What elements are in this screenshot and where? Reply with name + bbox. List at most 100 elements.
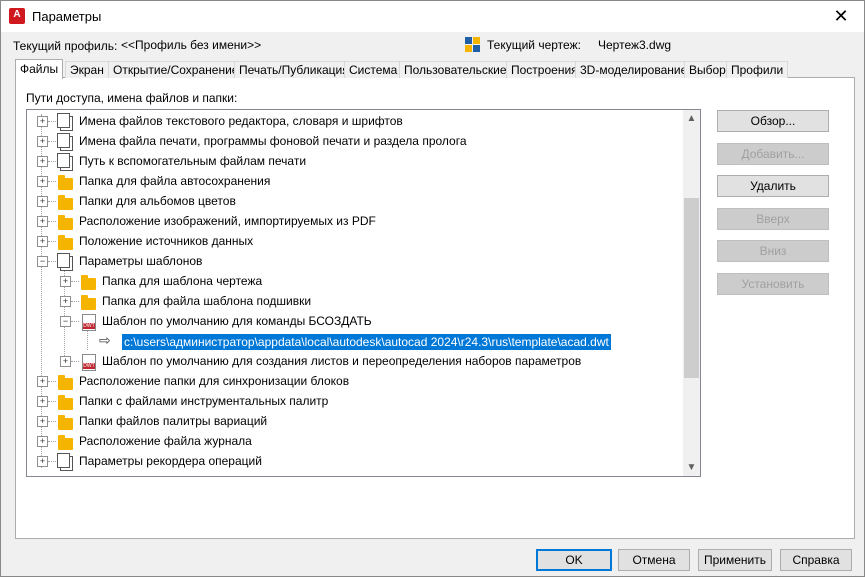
- folder-icon: [81, 295, 96, 310]
- folder-icon: [58, 235, 73, 250]
- tab-selection[interactable]: Выбор: [684, 61, 731, 78]
- folder-icon: [58, 195, 73, 210]
- expand-icon[interactable]: +: [37, 176, 48, 187]
- expand-icon[interactable]: +: [60, 356, 71, 367]
- current-drawing-label: Текущий чертеж:: [487, 38, 581, 52]
- tree-item-label: Папки файлов палитры вариаций: [79, 414, 268, 428]
- remove-button[interactable]: Удалить: [717, 175, 829, 197]
- help-button[interactable]: Справка: [780, 549, 852, 571]
- move-up-button[interactable]: Вверх: [717, 208, 829, 230]
- expand-icon[interactable]: +: [37, 116, 48, 127]
- tree-item[interactable]: + Расположение изображений, импортируемы…: [27, 211, 677, 231]
- tree-item-default-template[interactable]: − DWT Шаблон по умолчанию для команды БС…: [27, 311, 677, 331]
- files-icon: [57, 133, 73, 151]
- files-icon: [57, 153, 73, 171]
- tree-connector: [48, 121, 56, 122]
- tree-item[interactable]: + Расположение файла журнала: [27, 431, 677, 451]
- folder-icon: [58, 415, 73, 430]
- expand-icon[interactable]: +: [60, 296, 71, 307]
- tree-connector: [48, 141, 56, 142]
- tree-connector: [48, 421, 56, 422]
- expand-icon[interactable]: +: [37, 416, 48, 427]
- apply-button[interactable]: Применить: [698, 549, 772, 571]
- tab-3d-modeling[interactable]: 3D-моделирование: [575, 61, 693, 78]
- set-current-button[interactable]: Установить: [717, 273, 829, 295]
- tab-display[interactable]: Экран: [65, 61, 109, 78]
- current-drawing-value: Чертеж3.dwg: [598, 38, 672, 52]
- tree-connector: [48, 161, 56, 162]
- tree-item[interactable]: + DWT Шаблон по умолчанию для создания л…: [27, 351, 677, 371]
- title-bar[interactable]: A Параметры ✕: [1, 1, 864, 32]
- tab-drafting[interactable]: Построения: [506, 61, 583, 78]
- tree-item[interactable]: + Папки с файлами инструментальных палит…: [27, 391, 677, 411]
- tree-item-label: Имена файлов текстового редактора, слова…: [79, 114, 403, 128]
- folder-icon: [58, 395, 73, 410]
- ok-button[interactable]: OK: [536, 549, 612, 571]
- folder-icon: [58, 215, 73, 230]
- tree-item[interactable]: + Имена файлов текстового редактора, сло…: [27, 111, 677, 131]
- tree-item[interactable]: + Папка для файла автосохранения: [27, 171, 677, 191]
- tree-item-label: Параметры шаблонов: [79, 254, 203, 268]
- collapse-icon[interactable]: −: [60, 316, 71, 327]
- tree-scrollbar[interactable]: ▲ ▼: [683, 110, 700, 476]
- window-title: Параметры: [32, 9, 102, 24]
- tree-connector: [48, 261, 56, 262]
- tree-item-label: Шаблон по умолчанию для команды БСОЗДАТЬ: [102, 314, 372, 328]
- expand-icon[interactable]: +: [37, 156, 48, 167]
- expand-icon[interactable]: +: [37, 216, 48, 227]
- paths-tree[interactable]: + Имена файлов текстового редактора, сло…: [26, 109, 701, 477]
- tab-open-save[interactable]: Открытие/Сохранение: [108, 61, 244, 78]
- expand-icon[interactable]: +: [60, 276, 71, 287]
- tree-item-label: Папка для файла автосохранения: [79, 174, 271, 188]
- move-down-button[interactable]: Вниз: [717, 240, 829, 262]
- browse-button[interactable]: Обзор...: [717, 110, 829, 132]
- dwt-file-icon: DWT: [82, 314, 96, 331]
- tab-files[interactable]: Файлы: [15, 59, 64, 79]
- tree-item-label: Путь к вспомогательным файлам печати: [79, 154, 307, 168]
- scrollbar-thumb[interactable]: [684, 198, 699, 378]
- tree-item[interactable]: + Папки для альбомов цветов: [27, 191, 677, 211]
- expand-icon[interactable]: +: [37, 136, 48, 147]
- tree-connector: [71, 301, 79, 302]
- add-button[interactable]: Добавить...: [717, 143, 829, 165]
- selected-template-path[interactable]: c:\users\администратор\appdata\local\aut…: [121, 333, 612, 351]
- collapse-icon[interactable]: −: [37, 256, 48, 267]
- tree-item[interactable]: + Расположение папки для синхронизации б…: [27, 371, 677, 391]
- expand-icon[interactable]: +: [37, 396, 48, 407]
- scroll-up-icon[interactable]: ▲: [683, 110, 700, 127]
- tree-item-template-settings[interactable]: − Параметры шаблонов: [27, 251, 677, 271]
- drawing-icon: [465, 37, 480, 52]
- tree-item[interactable]: + Папка для файла шаблона подшивки: [27, 291, 677, 311]
- arrow-right-icon: ⇨: [99, 332, 111, 348]
- tree-connector: [48, 441, 56, 442]
- tree-connector: [71, 281, 79, 282]
- cancel-button[interactable]: Отмена: [618, 549, 690, 571]
- expand-icon[interactable]: +: [37, 376, 48, 387]
- expand-icon[interactable]: +: [37, 236, 48, 247]
- expand-icon[interactable]: +: [37, 456, 48, 467]
- options-dialog: A Параметры ✕ Текущий профиль: <<Профиль…: [0, 0, 865, 577]
- tree-item-label: Шаблон по умолчанию для создания листов …: [102, 354, 582, 368]
- expand-icon[interactable]: +: [37, 196, 48, 207]
- folder-icon: [81, 275, 96, 290]
- folder-icon: [58, 375, 73, 390]
- expand-icon[interactable]: +: [37, 436, 48, 447]
- tree-item[interactable]: + Имена файла печати, программы фоновой …: [27, 131, 677, 151]
- tree-connector: [71, 321, 79, 322]
- close-button[interactable]: ✕: [818, 1, 864, 32]
- current-profile-value: <<Профиль без имени>>: [121, 38, 262, 52]
- tree-item[interactable]: + Папки файлов палитры вариаций: [27, 411, 677, 431]
- tree-item[interactable]: + Параметры рекордера операций: [27, 451, 677, 471]
- tree-connector: [48, 401, 56, 402]
- tree-item[interactable]: + Путь к вспомогательным файлам печати: [27, 151, 677, 171]
- tree-item[interactable]: + Положение источников данных: [27, 231, 677, 251]
- tree-item-label: Параметры рекордера операций: [79, 454, 262, 468]
- tab-system[interactable]: Система: [344, 61, 403, 78]
- scroll-down-icon[interactable]: ▼: [683, 459, 700, 476]
- tab-user-preferences[interactable]: Пользовательские: [399, 61, 512, 78]
- tab-plot-publish[interactable]: Печать/Публикация: [234, 61, 354, 78]
- tab-profiles[interactable]: Профили: [726, 61, 789, 78]
- tree-item[interactable]: + Папка для шаблона чертежа: [27, 271, 677, 291]
- files-icon: [57, 113, 73, 131]
- folder-icon: [58, 435, 73, 450]
